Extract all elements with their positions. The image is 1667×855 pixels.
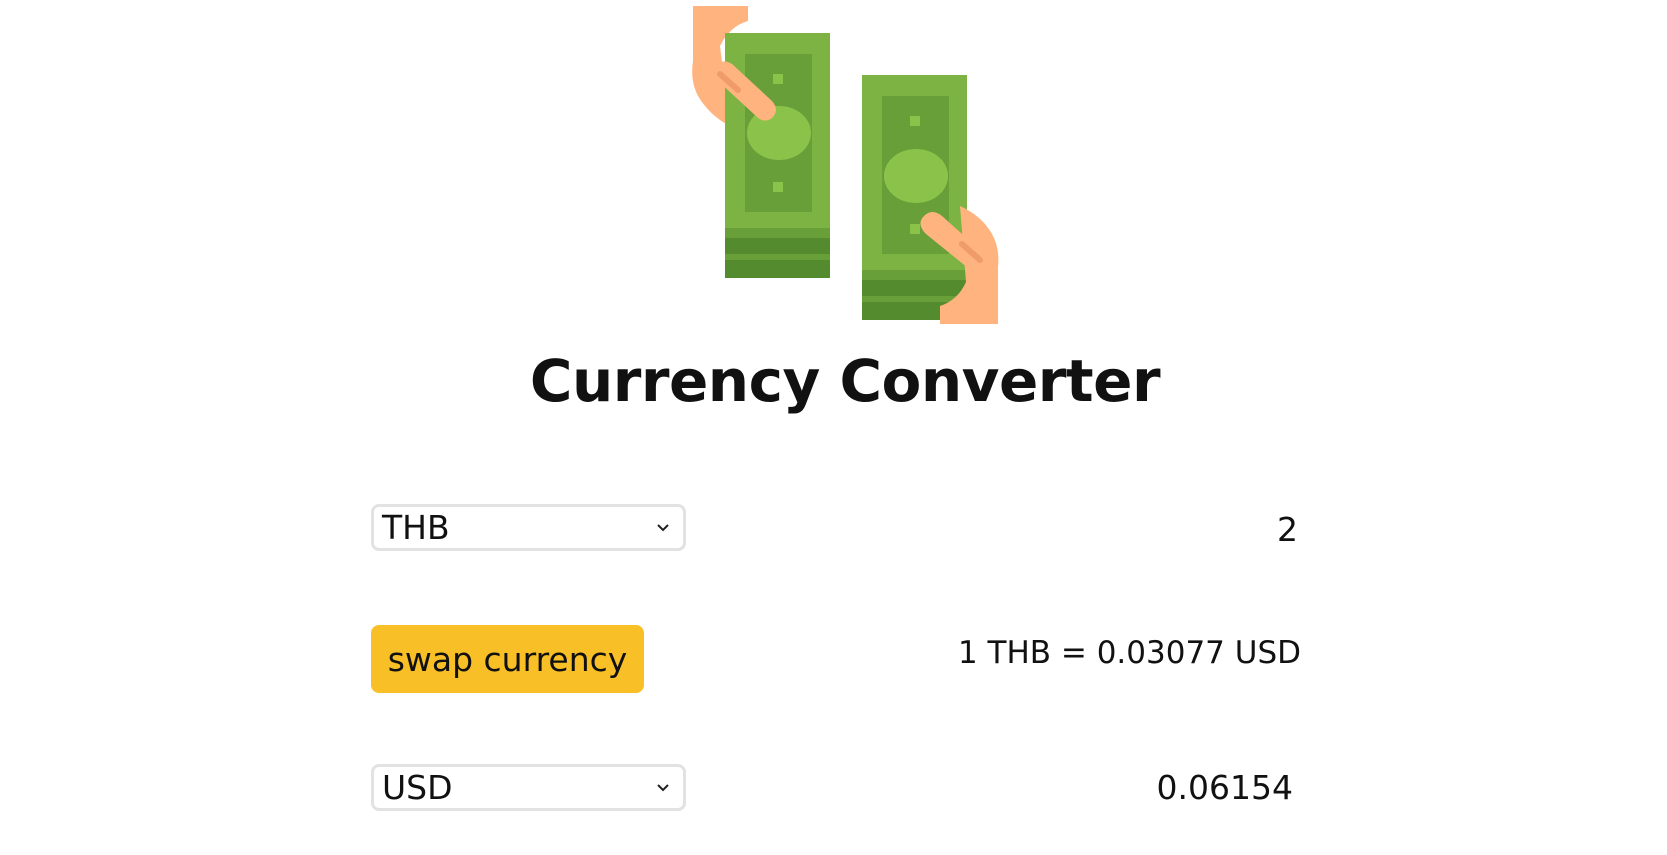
- chevron-down-icon: [643, 767, 683, 808]
- from-currency-value: THB: [382, 508, 450, 547]
- exchange-rate-text: 1 THB = 0.03077 USD: [957, 635, 1301, 671]
- chevron-down-icon: [643, 507, 683, 548]
- from-currency-select[interactable]: THB: [371, 504, 686, 551]
- to-amount-input[interactable]: 0.06154: [993, 768, 1293, 807]
- to-currency-select[interactable]: USD: [371, 764, 686, 811]
- from-amount-input[interactable]: 2: [1000, 510, 1298, 549]
- to-currency-value: USD: [382, 768, 453, 807]
- swap-currency-button[interactable]: swap currency: [371, 625, 644, 693]
- page-title: Currency Converter: [529, 347, 1161, 415]
- money-exchange-icon: [692, 6, 999, 324]
- currency-converter-page: Currency Converter THB 2 swap currency 1…: [0, 0, 1667, 855]
